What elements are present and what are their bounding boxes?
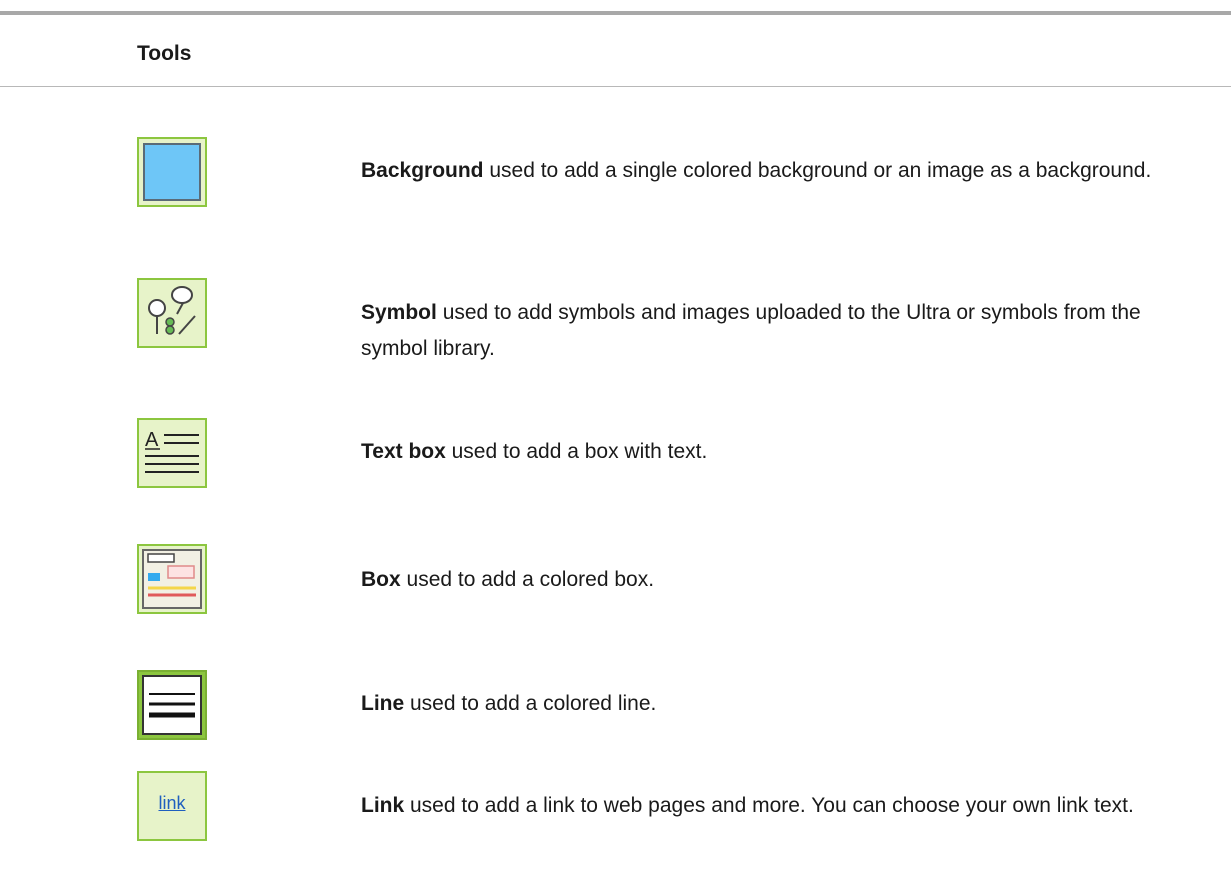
- tool-name: Text box: [361, 440, 446, 463]
- background-icon[interactable]: [137, 137, 207, 207]
- header-divider: [0, 86, 1231, 87]
- link-icon-text: link: [158, 793, 186, 813]
- tool-name: Box: [361, 568, 401, 591]
- table-header-tools: Tools: [137, 42, 192, 65]
- top-divider: [0, 11, 1231, 15]
- tool-description: Background used to add a single colored …: [361, 159, 1152, 182]
- tool-description: Box used to add a colored box.: [361, 568, 655, 591]
- tool-description: Line used to add a colored line.: [361, 692, 657, 715]
- tool-description: Text box used to add a box with text.: [361, 440, 708, 463]
- tool-name: Line: [361, 692, 405, 715]
- box-icon[interactable]: [137, 544, 207, 614]
- tool-description: Link used to add a link to web pages and…: [361, 794, 1134, 817]
- line-icon[interactable]: [137, 670, 207, 740]
- tool-name: Link: [361, 794, 405, 817]
- link-icon[interactable]: link: [137, 771, 207, 841]
- tool-name: Symbol: [361, 301, 437, 324]
- svg-text:A: A: [145, 429, 159, 451]
- tool-description: Symbol used to add symbols and images up…: [361, 301, 1141, 360]
- text-box-icon[interactable]: A: [137, 418, 207, 488]
- tool-name: Background: [361, 159, 484, 182]
- symbol-icon[interactable]: [137, 278, 207, 348]
